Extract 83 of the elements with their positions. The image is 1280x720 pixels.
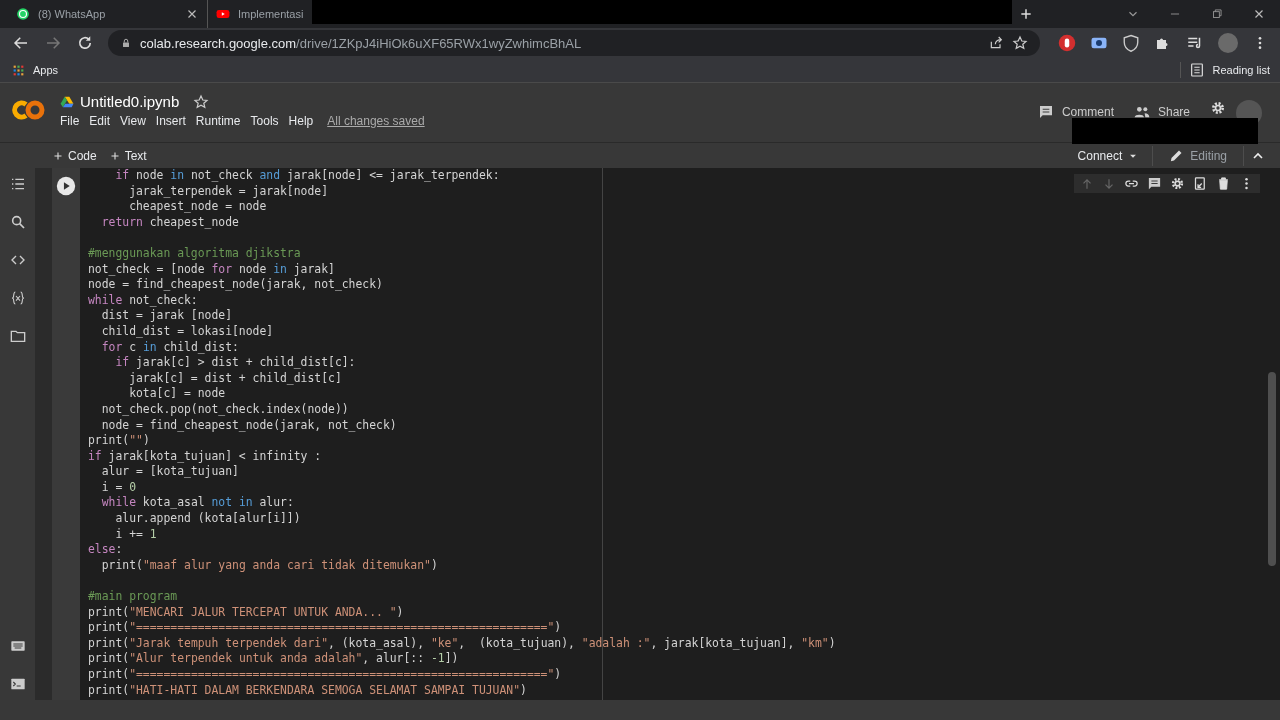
code-line: print("============================================================") <box>88 667 562 683</box>
code-line: i += 1 <box>114 526 157 543</box>
code-line: if jarak[c] > dist + child_dist[c]: <box>114 355 356 371</box>
code-line: while kota_asal not in alur: <box>100 495 294 512</box>
reading-list-icon <box>1188 62 1205 78</box>
search-icon[interactable] <box>9 214 26 230</box>
code-line: return cheapest_node <box>100 214 239 231</box>
code-line: #main program <box>88 589 178 605</box>
menu-item[interactable]: File <box>60 114 80 128</box>
connect-button[interactable]: Connect <box>1071 146 1147 165</box>
code-line: jarak_terpendek = jarak[node] <box>128 183 329 200</box>
header-action[interactable]: Comment <box>1037 104 1114 120</box>
comment-icon <box>1037 104 1054 120</box>
notebook-title[interactable]: Untitled0.ipynb <box>80 93 180 110</box>
restore-icon[interactable] <box>1210 7 1224 21</box>
code-line: while not_check: <box>88 292 198 309</box>
stop-hand-icon[interactable] <box>1058 34 1076 52</box>
mode-button[interactable]: Editing <box>1159 146 1237 165</box>
browser-tab[interactable]: Implementasi <box>208 0 312 28</box>
trash-icon[interactable] <box>1216 176 1231 191</box>
share-icon[interactable] <box>988 35 1004 51</box>
play-logo-icon <box>216 7 230 21</box>
mirror-cell-icon[interactable] <box>1193 176 1208 191</box>
code-line: else: <box>88 542 123 558</box>
insert-button[interactable]: Code <box>46 146 103 165</box>
insert-button[interactable]: Text <box>102 146 153 165</box>
code-line: alur = [kota_tujuan] <box>100 464 239 480</box>
menu-item[interactable]: Help <box>288 114 314 128</box>
code-line: kota[c] = node <box>128 386 226 402</box>
header-action[interactable]: Share <box>1133 104 1190 120</box>
code-line: child_dist = lokasi[node] <box>100 323 274 340</box>
code-line: for c in child_dist: <box>100 339 239 356</box>
colab-logo-icon[interactable] <box>12 99 46 121</box>
code-line: not_check.pop(not_check.index(node)) <box>100 401 349 418</box>
terminal-icon[interactable] <box>9 676 26 692</box>
menu-item[interactable]: Runtime <box>195 114 241 128</box>
code-line: print("============================================================") <box>88 620 562 636</box>
code-line: node = find_cheapest_node(jarak, not_check) <box>100 417 397 434</box>
code-line: if jarak[kota_tujuan] < infinity : <box>88 448 322 465</box>
code-line: alur.append (kota[alur[i]]) <box>114 511 301 527</box>
code-line: print("maaf alur yang anda cari tidak ditemukan") <box>100 557 438 574</box>
code-line: print("MENCARI JALUR TERCEPAT UNTUK ANDA... ") <box>88 604 404 621</box>
code-line: jarak[c] = dist + child_dist[c] <box>128 370 342 387</box>
folder-icon[interactable] <box>9 328 26 344</box>
code-line: #menggunakan algoritma djikstra <box>88 245 301 262</box>
menu-item[interactable]: Edit <box>89 114 111 128</box>
bookmark[interactable]: Apps <box>12 63 59 77</box>
address-field[interactable]: colab.research.google.com/drive/1ZKpJ4iHiOk6uXF65RWx1wyZwhimcBhAL <box>108 30 1040 56</box>
star-icon[interactable] <box>1012 35 1028 51</box>
settings-icon[interactable] <box>1170 176 1185 191</box>
new-tab-icon[interactable] <box>1018 6 1034 22</box>
code-line: print("Jarak tempuh terpendek dari", (kota_asal), "ke", (kota_tujuan), "adalah :", jarak[kota_tujuan], "km") <box>88 635 836 652</box>
drive-icon <box>60 94 74 109</box>
code-line: print("Alur terpendek untuk anda adalah", alur[:: -1]) <box>88 651 459 667</box>
code-line: print("") <box>88 433 150 449</box>
reload-icon[interactable] <box>76 34 94 52</box>
apps-grid-icon <box>12 63 25 77</box>
run-button-icon[interactable] <box>56 176 76 196</box>
code-line: if node in not_check and jarak[node] <= jarak_terpendek: <box>114 168 500 184</box>
code-line: dist = jarak [node] <box>100 308 232 324</box>
menu-item[interactable]: View <box>120 114 146 128</box>
back-icon[interactable] <box>12 34 30 52</box>
shield-icon[interactable] <box>1122 34 1140 52</box>
code-line: i = 0 <box>100 479 136 496</box>
menu-item[interactable]: Tools <box>250 114 279 128</box>
code-line: print("HATI-HATI DALAM BERKENDARA SEMOGA SELAMAT SAMPAI TUJUAN") <box>88 682 527 699</box>
lock-icon <box>120 37 132 49</box>
scrollbar-thumb[interactable] <box>1268 372 1276 566</box>
code-line: cheapest_node = node <box>128 199 267 215</box>
comment-icon[interactable] <box>1147 176 1162 191</box>
reading-list-button[interactable]: Reading list <box>1179 62 1270 78</box>
star-icon[interactable] <box>193 93 210 110</box>
people-icon <box>1133 104 1150 120</box>
whatsapp-icon <box>16 7 30 21</box>
menu-item[interactable]: Insert <box>155 114 186 128</box>
forward-icon[interactable] <box>44 34 62 52</box>
keyboard-icon[interactable] <box>9 638 26 654</box>
save-status-link[interactable]: All changes saved <box>327 114 425 128</box>
toc-icon[interactable] <box>9 176 26 192</box>
settings-icon[interactable] <box>1210 100 1226 116</box>
code-line: not_check = [node for node in jarak] <box>88 261 335 278</box>
variables-icon[interactable] <box>9 290 26 306</box>
code-line: node = find_cheapest_node(jarak, not_check) <box>88 277 383 293</box>
